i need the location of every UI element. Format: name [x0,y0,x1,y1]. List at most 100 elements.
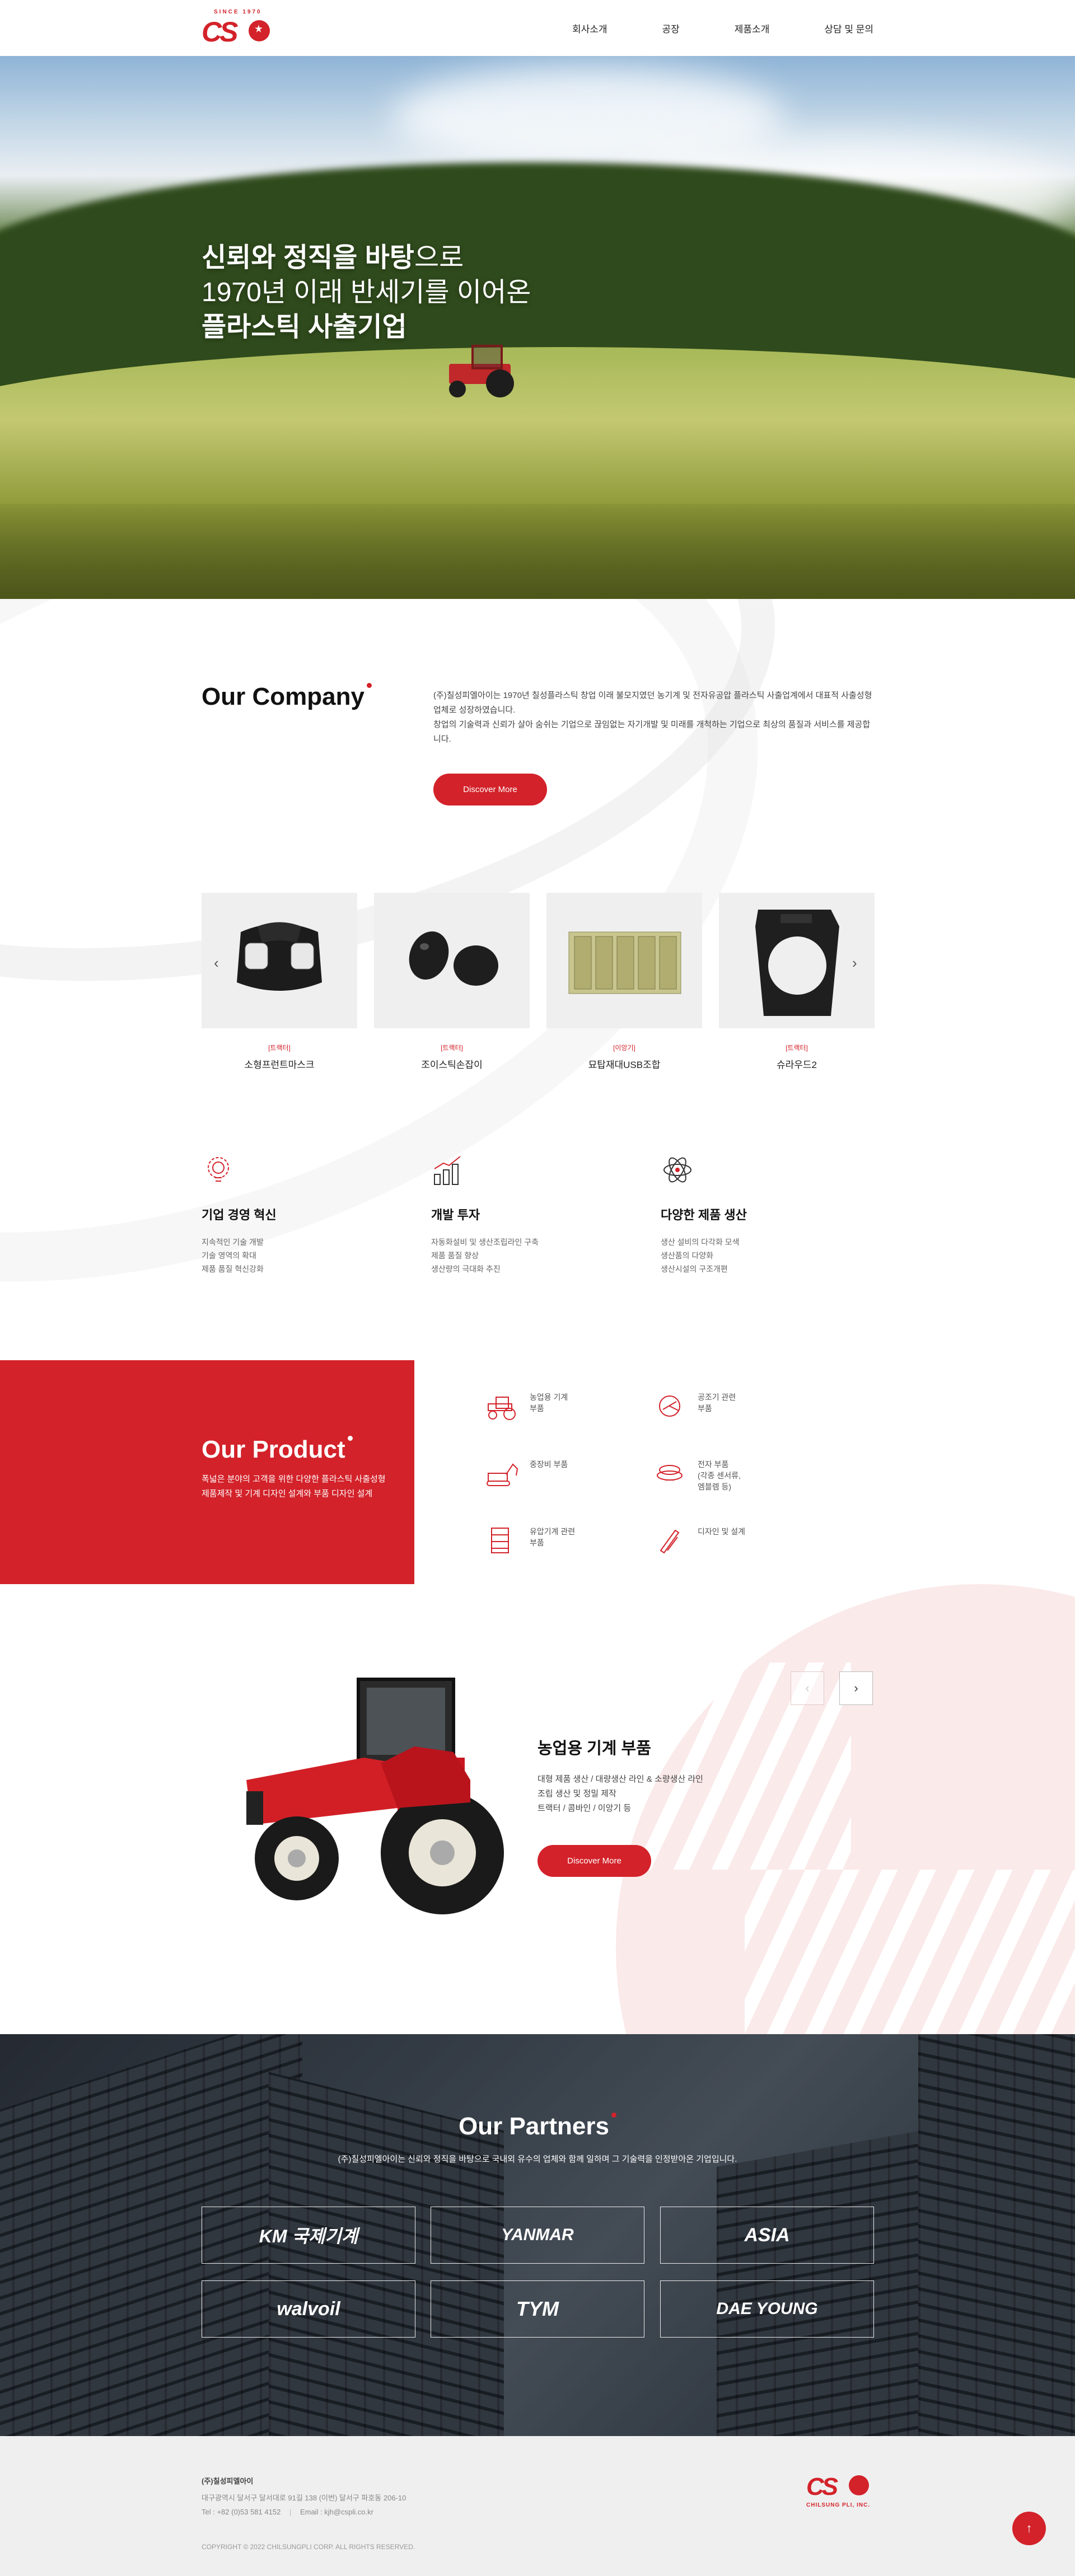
site-logo[interactable]: SINCE 1970 CS [202,9,272,48]
air-blower-icon [659,1395,680,1417]
bar-chart-growth-icon [434,1156,461,1185]
footer-tel: Tel : +82 (0)53 581 4152 [202,2508,281,2516]
logo-star-icon [249,20,270,41]
nav-company[interactable]: 회사소개 [572,21,607,35]
feature-title: 기업 경영 혁신 [202,1208,277,1222]
main-nav: 회사소개 공장 제품소개 상담 및 문의 [572,21,873,35]
feature-production: 다양한 제품 생산 생산 설비의 다각화 모색 생산품의 다양화 생산시설의 구… [661,1153,829,1276]
product-card[interactable]: [이앙기] 묘탑재대USB조합 [546,893,702,1071]
product-title: Our Product [202,1436,353,1464]
logo-star-icon [849,2475,869,2495]
company-desc-2: 창업의 기술력과 신뢰가 살아 숨쉬는 기업으로 끊임없는 자기개발 및 미래를… [433,720,871,744]
product-description: 폭넓은 분야의 고객을 위한 다양한 플라스틱 사출성형 제품제작 및 기계 디… [202,1474,386,1498]
company-description: (주)칠성피엘아이는 1970년 칠성플라스틱 창업 이래 불모지였던 농기계 … [433,689,876,747]
footer-contact: Tel : +82 (0)53 581 4152 | Email : kjh@c… [202,2508,373,2516]
tractor-icon [488,1397,516,1420]
hero-line3: 플라스틱 사출기업 [202,312,407,342]
partners-title: Our Partners [0,2113,1075,2141]
partner-logo-km[interactable]: KM 국제기계 [202,2207,415,2264]
footer-address: 대구광역시 달서구 달서대로 91길 138 (이번) 달서구 파호동 206-… [202,2494,406,2502]
logo-mark: CS [202,16,238,48]
product-category: [이앙기] [613,1044,635,1052]
scroll-top-button[interactable]: ↑ [1012,2512,1046,2545]
nav-factory[interactable]: 공장 [662,21,680,35]
electronic-sensor-icon [657,1465,683,1481]
product-name: 소형프런트마스크 [244,1060,315,1070]
hero-line1-bold: 신뢰와 정직을 바탕 [202,243,414,273]
product-name: 묘탑재대USB조합 [588,1060,661,1070]
nav-products[interactable]: 제품소개 [735,21,770,35]
product-slide: 농업용 기계 부품 대형 제품 생산 / 대량생산 라인 & 소량생산 라인 조… [0,1584,1075,2034]
partners-description: (주)칠성피엘아이는 신뢰와 정직을 바탕으로 국내외 유수의 업체와 함께 일… [338,2155,737,2164]
arrow-up-icon: ↑ [1026,2521,1032,2535]
partner-logo-tym[interactable]: TYM [431,2280,644,2338]
partner-logo-walvoil[interactable]: walvoil [202,2280,415,2338]
product-carousel: [트랙터] 소형프런트마스크 [트랙터] 조이스틱손잡이 [이앙기] 묘탑재대U… [202,893,875,1083]
hero-grass [0,504,1075,599]
site-header: SINCE 1970 CS 회사소개 공장 제품소개 상담 및 문의 [0,0,1075,56]
product-card[interactable]: [트랙터] 조이스틱손잡이 [374,893,530,1071]
nav-contact[interactable]: 상담 및 문의 [824,21,873,35]
hero-banner: 신뢰와 정직을 바탕으로 1970년 이래 반세기를 이어온 플라스틱 사출기업 [0,56,1075,599]
company-title: Our Company [202,683,372,711]
feature-lines: 생산 설비의 다각화 모색 생산품의 다양화 생산시설의 구조개편 [661,1238,740,1273]
product-card[interactable]: [트랙터] 슈라우드2 [719,893,875,1071]
feature-title: 다양한 제품 생산 [661,1208,747,1222]
feature-lines: 지속적인 기술 개발 기술 영역의 확대 제품 품질 혁신강화 [202,1238,264,1273]
feature-lines: 자동화설비 및 생산조립라인 구축 제품 품질 향상 생산량의 극대화 추진 [431,1238,539,1273]
atom-icon [663,1157,691,1183]
carousel-prev-icon[interactable]: ‹ [214,954,219,972]
company-desc-1: (주)칠성피엘아이는 1970년 칠성플라스틱 창업 이래 불모지였던 농기계 … [433,691,872,715]
product-image-shroud [719,893,875,1028]
category-electronic[interactable]: 전자 부품 (각종 센서류, 엠블렘 등) [653,1455,821,1495]
slide-next-button[interactable]: › [839,1671,873,1705]
footer-email[interactable]: Email : kjh@cspli.co.kr [300,2508,373,2516]
carousel-next-icon[interactable]: › [852,954,857,972]
product-section: Our Product 폭넓은 분야의 고객을 위한 다양한 플라스틱 사출성형… [0,1360,1075,1584]
product-image-joystick [374,893,530,1028]
slide-description: 대형 제품 생산 / 대량생산 라인 & 소량생산 라인 조립 생산 및 정밀 … [538,1774,703,1813]
category-design[interactable]: 디자인 및 설계 [653,1523,821,1562]
feature-investment: 개발 투자 자동화설비 및 생산조립라인 구축 제품 품질 향상 생산량의 극대… [431,1153,599,1276]
lightbulb-gear-icon [208,1157,229,1182]
slide-stripes [745,1870,1075,2034]
product-name: 조이스틱손잡이 [421,1060,483,1070]
feature-title: 개발 투자 [431,1208,480,1222]
hero-headline: 신뢰와 정직을 바탕으로 1970년 이래 반세기를 이어온 플라스틱 사출기업 [202,241,531,345]
category-heavy-equipment[interactable]: 중장비 부품 [485,1455,653,1495]
category-hvac[interactable]: 공조기 관련 부품 [653,1388,821,1427]
slide-discover-button[interactable]: Discover More [538,1845,651,1877]
logo-since-text: SINCE 1970 [214,9,262,15]
chevron-left-icon: ‹ [805,1681,810,1695]
company-section: Our Company (주)칠성피엘아이는 1970년 칠성플라스틱 창업 이… [0,599,1075,1360]
excavator-icon [487,1463,518,1486]
footer-company-name: (주)칠성피엘아이 [202,2477,254,2485]
partner-logo-daeyoung[interactable]: DAE YOUNG [660,2280,874,2338]
partner-logo-yanmar[interactable]: YANMAR [431,2207,644,2264]
slide-title: 농업용 기계 부품 [538,1740,651,1758]
product-category: [트랙터] [268,1044,291,1052]
category-hydraulic[interactable]: 유압기계 관련 부품 [485,1523,653,1562]
product-category: [트랙터] [441,1044,463,1052]
design-tools-icon [660,1529,680,1554]
company-discover-button[interactable]: Discover More [433,774,547,805]
partner-logo-asia[interactable]: ASIA [660,2207,874,2264]
product-image-seedling-tray [546,893,702,1028]
product-image-front-mask [202,893,357,1028]
slide-prev-button[interactable]: ‹ [791,1671,824,1705]
site-footer: (주)칠성피엘아이 대구광역시 달서구 달서대로 91길 138 (이번) 달서… [0,2436,1075,2576]
category-agri-machine[interactable]: 농업용 기계 부품 [485,1388,653,1427]
product-category: [트랙터] [786,1044,808,1052]
hydraulic-machine-icon [491,1528,509,1553]
hero-line1-rest: 으로 [414,243,464,273]
footer-copyright: COPYRIGHT © 2022 CHILSUNGPLI CORP. ALL R… [202,2543,415,2551]
hero-line2: 1970년 이래 반세기를 이어온 [202,278,531,307]
hero-tractor-image [432,341,522,397]
footer-logo: CS CHILSUNG PLI, INC. [806,2473,871,2508]
chevron-right-icon: › [854,1681,858,1695]
product-name: 슈라우드2 [776,1060,817,1070]
product-card[interactable]: [트랙터] 소형프런트마스크 [202,893,357,1071]
partners-section: Our Partners (주)칠성피엘아이는 신뢰와 정직을 바탕으로 국내외… [0,2034,1075,2436]
feature-innovation: 기업 경영 혁신 지속적인 기술 개발 기술 영역의 확대 제품 품질 혁신강화 [202,1153,370,1276]
tractor-product-image [246,1678,504,1914]
